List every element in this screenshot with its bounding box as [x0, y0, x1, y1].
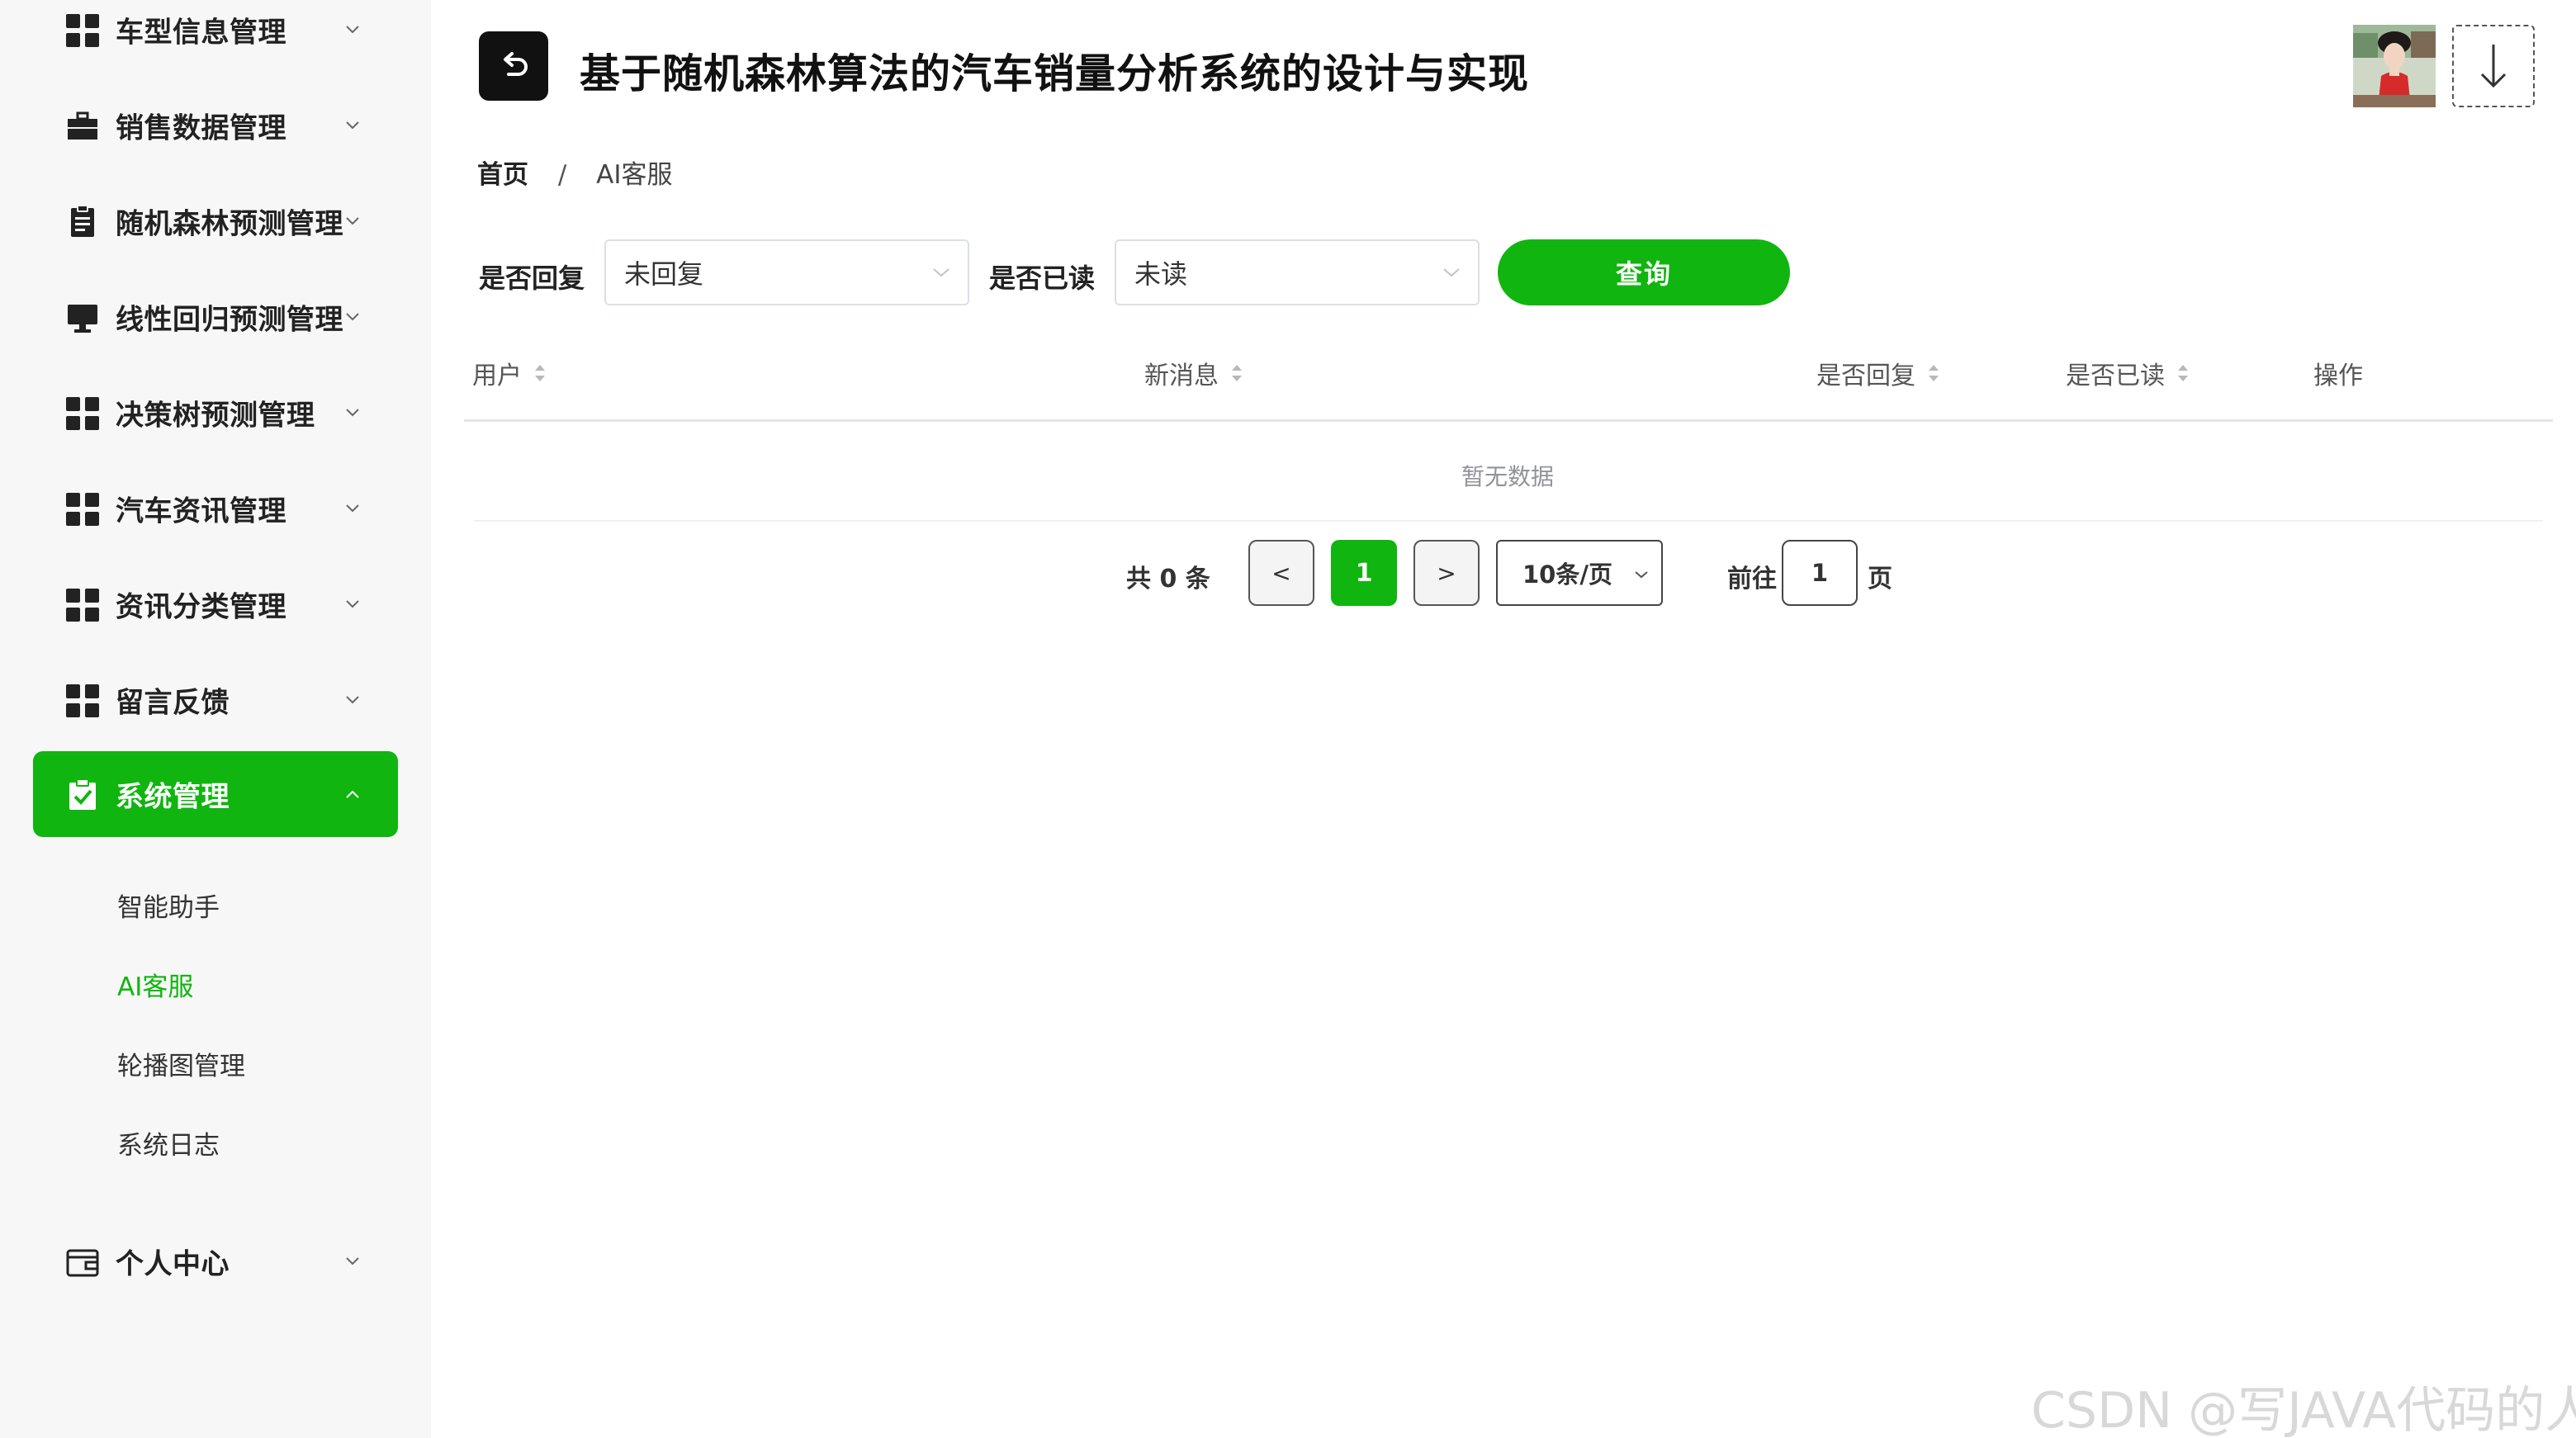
column-header-label: 是否回复 — [1816, 362, 1915, 390]
sort-icon — [2178, 365, 2188, 381]
column-header-read[interactable]: 是否已读 — [2066, 355, 2190, 391]
pagination-goto-label: 前往 — [1727, 565, 1777, 594]
sidebar-item-feedback[interactable]: 留言反馈 — [33, 657, 398, 743]
sidebar-subitem-carousel[interactable]: 轮播图管理 — [117, 1045, 245, 1082]
sidebar-item-label: 系统管理 — [116, 780, 230, 814]
sidebar-item-label: 资讯分类管理 — [116, 590, 286, 624]
sidebar-item-label: 车型信息管理 — [116, 16, 286, 50]
chevron-down-icon — [346, 600, 359, 608]
column-header-label: 新消息 — [1144, 362, 1219, 390]
briefcase-icon — [68, 111, 97, 140]
read-filter-label: 是否已读 — [989, 263, 1096, 294]
chevron-down-icon — [346, 121, 359, 130]
sidebar-item-label: 汽车资讯管理 — [116, 494, 286, 528]
chevron-up-icon — [346, 790, 359, 798]
replied-select-value: 未回复 — [624, 258, 704, 290]
breadcrumb-current: AI客服 — [596, 160, 673, 190]
avatar[interactable] — [2353, 25, 2436, 107]
sidebar-item-car-news[interactable]: 汽车资讯管理 — [33, 466, 398, 551]
chevron-down-icon — [346, 696, 359, 704]
table-row-divider — [474, 520, 2543, 522]
grid-icon — [66, 589, 99, 622]
sidebar-item-label: 留言反馈 — [116, 686, 230, 720]
chevron-down-icon — [346, 26, 359, 34]
replied-select[interactable]: 未回复 — [604, 239, 969, 305]
sidebar-item-label: 随机森林预测管理 — [116, 207, 343, 241]
table-header-divider — [464, 419, 2553, 422]
arrow-down-icon — [2480, 45, 2507, 88]
sidebar-item-label: 决策树预测管理 — [116, 399, 315, 433]
pagination-page-1[interactable]: 1 — [1331, 540, 1397, 606]
table-empty-text: 暂无数据 — [1461, 463, 1555, 490]
pagination-goto-suffix: 页 — [1868, 565, 1892, 594]
breadcrumb-home[interactable]: 首页 — [477, 160, 528, 190]
column-header-actions: 操作 — [2313, 355, 2363, 391]
page-title: 基于随机森林算法的汽车销量分析系统的设计与实现 — [580, 50, 1530, 97]
sidebar: 车型信息管理 销售数据管理 随机森林预测管理 线性回归预测管理 决策树预测管理 … — [0, 0, 431, 1438]
chevron-down-icon — [933, 268, 949, 277]
download-button[interactable] — [2452, 25, 2535, 107]
user-avatar-image — [2353, 25, 2436, 107]
sidebar-item-label: 销售数据管理 — [116, 111, 286, 145]
chevron-down-icon — [346, 217, 359, 225]
sidebar-item-personal-center[interactable]: 个人中心 — [33, 1218, 398, 1304]
grid-icon — [66, 397, 99, 430]
sort-icon — [1232, 365, 1242, 381]
column-header-user[interactable]: 用户 — [472, 355, 547, 391]
page-size-value: 10条/页 — [1522, 561, 1612, 589]
pagination-total: 共 0 条 — [1126, 565, 1210, 594]
grid-icon — [66, 684, 99, 717]
sidebar-item-sales-data[interactable]: 销售数据管理 — [33, 83, 398, 168]
breadcrumb-separator: / — [557, 160, 567, 190]
sidebar-item-system-management[interactable]: 系统管理 — [33, 751, 398, 837]
chevron-down-icon — [346, 504, 359, 513]
sidebar-item-news-category[interactable]: 资讯分类管理 — [33, 561, 398, 647]
column-header-label: 操作 — [2313, 362, 2363, 390]
sidebar-item-linear-regression[interactable]: 线性回归预测管理 — [33, 274, 398, 360]
column-header-label: 用户 — [472, 362, 522, 390]
back-button[interactable] — [479, 31, 548, 101]
read-select-value: 未读 — [1134, 258, 1188, 290]
sidebar-item-random-forest[interactable]: 随机森林预测管理 — [33, 178, 398, 264]
grid-icon — [66, 14, 99, 47]
replied-filter-label: 是否回复 — [479, 263, 585, 294]
watermark: CSDN @写JAVA代码的人 — [2031, 1382, 2576, 1438]
chevron-down-icon — [346, 409, 359, 417]
pagination-prev-button[interactable]: < — [1248, 540, 1314, 606]
pagination-next-button[interactable]: > — [1413, 540, 1480, 606]
back-arrow-icon — [504, 52, 528, 76]
query-button[interactable]: 查询 — [1498, 239, 1790, 305]
grid-icon — [66, 493, 99, 526]
column-header-label: 是否已读 — [2066, 362, 2165, 390]
sidebar-subitem-assistant[interactable]: 智能助手 — [117, 887, 220, 924]
clipboard-check-icon — [69, 778, 96, 810]
column-header-new-message[interactable]: 新消息 — [1144, 355, 1243, 391]
chevron-down-icon — [346, 313, 359, 321]
sidebar-item-decision-tree[interactable]: 决策树预测管理 — [33, 370, 398, 456]
document-icon — [71, 206, 94, 237]
sort-icon — [1929, 365, 1939, 381]
chevron-down-icon — [1443, 268, 1460, 277]
pagination-goto-input[interactable]: 1 — [1782, 540, 1858, 606]
sidebar-item-label: 线性回归预测管理 — [116, 303, 343, 337]
sidebar-subitem-system-log[interactable]: 系统日志 — [117, 1124, 220, 1161]
breadcrumb: 首页 / AI客服 — [477, 154, 673, 191]
sidebar-item-vehicle-models[interactable]: 车型信息管理 — [33, 0, 398, 73]
chevron-down-icon — [1635, 571, 1648, 579]
column-header-replied[interactable]: 是否回复 — [1816, 355, 1940, 391]
monitor-icon — [68, 305, 97, 333]
sidebar-subitem-ai-service[interactable]: AI客服 — [117, 966, 193, 1003]
read-select[interactable]: 未读 — [1115, 239, 1480, 305]
page-size-select[interactable]: 10条/页 — [1496, 540, 1663, 606]
sidebar-item-label: 个人中心 — [116, 1247, 230, 1281]
chevron-down-icon — [346, 1257, 359, 1265]
sort-icon — [535, 365, 545, 381]
wallet-icon — [66, 1249, 99, 1277]
